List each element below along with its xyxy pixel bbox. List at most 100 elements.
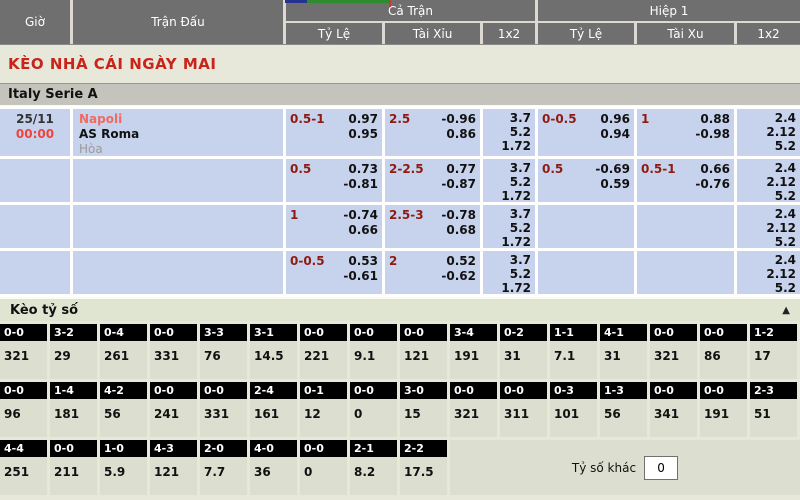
score-odds[interactable]: 17 <box>750 341 797 379</box>
score-label: 0-0 <box>650 382 697 399</box>
header-match-col: Trận Đấu <box>73 0 283 44</box>
h1-1x2-cell[interactable]: 2.42.125.2 <box>737 251 800 294</box>
score-col: 0-0321 <box>650 324 697 379</box>
score-label: 2-1 <box>350 440 397 457</box>
ft-1x2-cell-odds: 5.2 <box>483 267 535 281</box>
collapse-arrow-icon[interactable]: ▲ <box>782 305 790 316</box>
ft-1x2-cell[interactable]: 3.75.21.72 <box>483 159 535 202</box>
score-odds[interactable]: 211 <box>50 457 97 495</box>
h1-overunder-cell[interactable]: 0.5-10.66-0.76 <box>637 159 734 202</box>
match-time: 00:00 <box>0 127 70 142</box>
score-odds[interactable]: 331 <box>150 341 197 379</box>
score-col: 0-0191 <box>700 382 747 437</box>
score-label: 0-0 <box>400 324 447 341</box>
ft-handicap-cell[interactable]: 0.5-10.970.95 <box>286 109 382 156</box>
score-odds[interactable]: 76 <box>200 341 247 379</box>
h1-overunder-cell[interactable] <box>637 205 734 248</box>
score-odds[interactable]: 181 <box>50 399 97 437</box>
score-odds[interactable]: 29 <box>50 341 97 379</box>
ft-1x2-cell[interactable]: 3.75.21.72 <box>483 251 535 294</box>
score-odds[interactable]: 15 <box>400 399 447 437</box>
other-score-area: Tỷ số khác <box>450 440 800 495</box>
score-label: 2-4 <box>250 382 297 399</box>
score-odds[interactable]: 321 <box>450 399 497 437</box>
score-label: 1-3 <box>600 382 647 399</box>
ft-handicap-cell[interactable]: 0.50.73-0.81 <box>286 159 382 202</box>
ft-overunder-cell[interactable]: 2.5-3-0.780.68 <box>385 205 480 248</box>
score-label: 0-2 <box>500 324 547 341</box>
score-odds[interactable]: 36 <box>250 457 297 495</box>
score-odds[interactable]: 12 <box>300 399 347 437</box>
score-label: 0-1 <box>300 382 347 399</box>
h1-1x2-cell[interactable]: 2.42.125.2 <box>737 159 800 202</box>
score-odds[interactable]: 9.1 <box>350 341 397 379</box>
h1-handicap-cell[interactable] <box>538 205 634 248</box>
ft-handicap-cell[interactable]: 1-0.740.66 <box>286 205 382 248</box>
score-odds[interactable]: 14.5 <box>250 341 297 379</box>
score-odds[interactable]: 5.9 <box>100 457 147 495</box>
score-odds[interactable]: 331 <box>200 399 247 437</box>
match-date: 25/11 <box>0 112 70 127</box>
score-label: 0-0 <box>300 324 347 341</box>
score-odds[interactable]: 191 <box>450 341 497 379</box>
ft-1x2-cell-odds: 1.72 <box>483 235 535 248</box>
score-odds[interactable]: 321 <box>650 341 697 379</box>
h1-handicap-cell[interactable]: 0.5-0.690.59 <box>538 159 634 202</box>
loading-strip-tick <box>389 0 391 7</box>
score-odds[interactable]: 31 <box>600 341 647 379</box>
h1-overunder-cell[interactable] <box>637 251 734 294</box>
score-label: 3-1 <box>250 324 297 341</box>
header-time-col: Giờ <box>0 0 70 44</box>
ft-overunder-cell-line: 2-2.5 <box>389 162 424 176</box>
score-odds[interactable]: 56 <box>100 399 147 437</box>
score-odds[interactable]: 8.2 <box>350 457 397 495</box>
score-odds[interactable]: 161 <box>250 399 297 437</box>
score-label: 0-0 <box>350 324 397 341</box>
h1-1x2-cell[interactable]: 2.42.125.2 <box>737 109 800 156</box>
h1-overunder-cell[interactable]: 10.88-0.98 <box>637 109 734 156</box>
other-score-input[interactable] <box>644 456 678 480</box>
score-odds[interactable]: 86 <box>700 341 747 379</box>
ft-1x2-cell[interactable]: 3.75.21.72 <box>483 205 535 248</box>
score-odds[interactable]: 191 <box>700 399 747 437</box>
ft-overunder-cell[interactable]: 20.52-0.62 <box>385 251 480 294</box>
page-title: KÈO NHÀ CÁI NGÀY MAI <box>8 55 216 73</box>
score-label: 2-2 <box>400 440 447 457</box>
score-odds[interactable]: 7.7 <box>200 457 247 495</box>
score-odds[interactable]: 121 <box>150 457 197 495</box>
score-odds[interactable]: 321 <box>0 341 47 379</box>
score-col: 0-0321 <box>450 382 497 437</box>
score-odds[interactable]: 0 <box>300 457 347 495</box>
ft-overunder-cell-odds: -0.87 <box>385 177 480 192</box>
score-odds[interactable]: 31 <box>500 341 547 379</box>
score-odds[interactable]: 341 <box>650 399 697 437</box>
score-col: 0-112 <box>300 382 347 437</box>
ft-overunder-cell[interactable]: 2-2.50.77-0.87 <box>385 159 480 202</box>
score-odds[interactable]: 251 <box>0 457 47 495</box>
ft-handicap-cell[interactable]: 0-0.50.53-0.61 <box>286 251 382 294</box>
score-odds[interactable]: 311 <box>500 399 547 437</box>
score-odds[interactable]: 56 <box>600 399 647 437</box>
ft-1x2-cell[interactable]: 3.75.21.72 <box>483 109 535 156</box>
h1-handicap-cell[interactable]: 0-0.50.960.94 <box>538 109 634 156</box>
score-odds[interactable]: 101 <box>550 399 597 437</box>
ft-overunder-cell[interactable]: 2.5-0.960.86 <box>385 109 480 156</box>
score-odds[interactable]: 241 <box>150 399 197 437</box>
score-odds[interactable]: 0 <box>350 399 397 437</box>
score-odds[interactable]: 121 <box>400 341 447 379</box>
score-col: 0-0241 <box>150 382 197 437</box>
score-odds[interactable]: 221 <box>300 341 347 379</box>
score-odds[interactable]: 51 <box>750 399 797 437</box>
ft-handicap-cell-line: 0-0.5 <box>290 254 325 268</box>
score-odds[interactable]: 261 <box>100 341 147 379</box>
score-odds[interactable]: 96 <box>0 399 47 437</box>
h1-handicap-cell[interactable] <box>538 251 634 294</box>
ft-handicap-cell-odds: -0.74 <box>286 208 382 223</box>
score-section-header[interactable]: Kèo tỷ số ▲ <box>0 297 800 321</box>
ft-handicap-cell-line: 0.5-1 <box>290 112 325 126</box>
score-label: 0-3 <box>550 382 597 399</box>
header-first-half-group: Hiệp 1 <box>538 0 800 21</box>
score-odds[interactable]: 17.5 <box>400 457 447 495</box>
h1-1x2-cell[interactable]: 2.42.125.2 <box>737 205 800 248</box>
score-odds[interactable]: 7.1 <box>550 341 597 379</box>
